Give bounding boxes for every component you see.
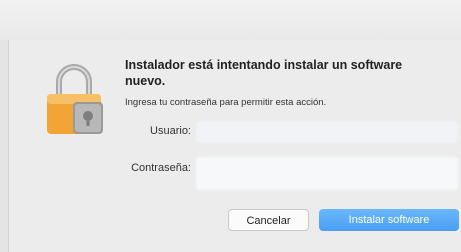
password-label: Contraseña: [131,162,191,174]
lock-icon [47,64,103,134]
window-top-band [0,0,461,40]
install-software-button[interactable]: Instalar software [319,209,459,231]
password-field[interactable] [196,157,458,190]
username-field[interactable] [196,121,458,143]
dialog-title: Instalador está intentando instalar un s… [125,58,403,88]
username-label: Usuario: [150,125,191,137]
dialog-subtitle: Ingresa tu contraseña para permitir esta… [125,97,327,108]
auth-dialog: Instalador está intentando instalar un s… [8,40,461,252]
cancel-button[interactable]: Cancelar [228,209,309,231]
